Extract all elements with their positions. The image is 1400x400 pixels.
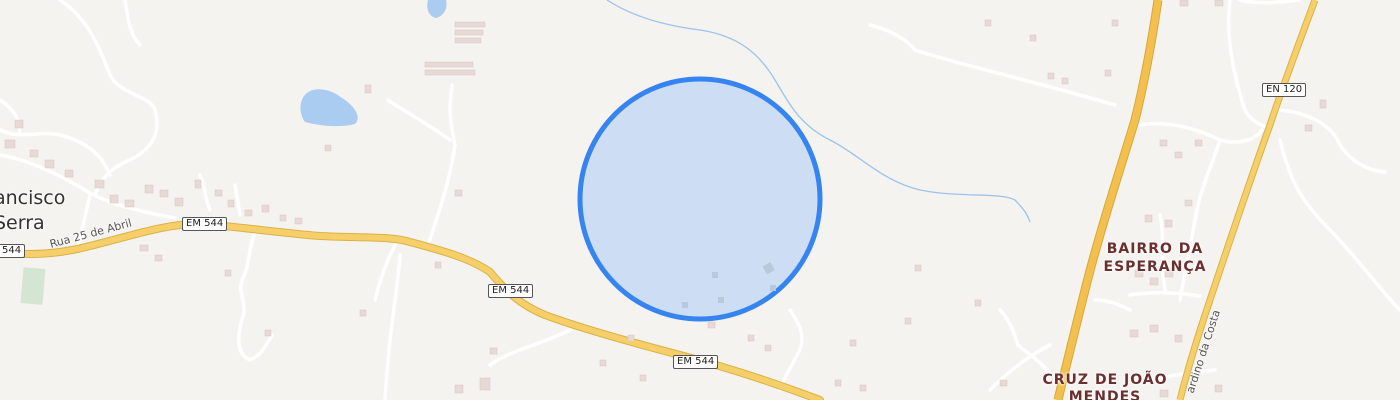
selection-circle [577,76,823,322]
place-bairro-line1: BAIRRO DA [1106,241,1204,257]
place-label-cruz: CRUZ DE JOÃO MENDES [1040,372,1170,400]
town-label-line1: ancisco [0,187,66,209]
road-shield-em544-left: 544 [0,244,26,258]
pond [427,0,447,18]
map-canvas[interactable]: ancisco Serra BAIRRO DA ESPERANÇA CRUZ D… [0,0,1400,400]
place-bairro-line2: ESPERANÇA [1103,259,1207,275]
place-label-bairro: BAIRRO DA ESPERANÇA [1100,240,1210,276]
town-label-line2: Serra [0,212,45,234]
park [20,267,46,305]
road-shield-en120: EN 120 [1262,83,1307,97]
map-base-layer [0,0,1400,400]
road-shield-em544: EM 544 [488,284,534,298]
lake [300,89,358,127]
town-label: ancisco Serra [0,186,65,236]
place-cruz-line2: MENDES [1068,389,1142,400]
place-cruz-line1: CRUZ DE JOÃO [1042,372,1168,388]
road-shield-em544: EM 544 [182,217,228,231]
road-shield-em544: EM 544 [673,355,719,369]
